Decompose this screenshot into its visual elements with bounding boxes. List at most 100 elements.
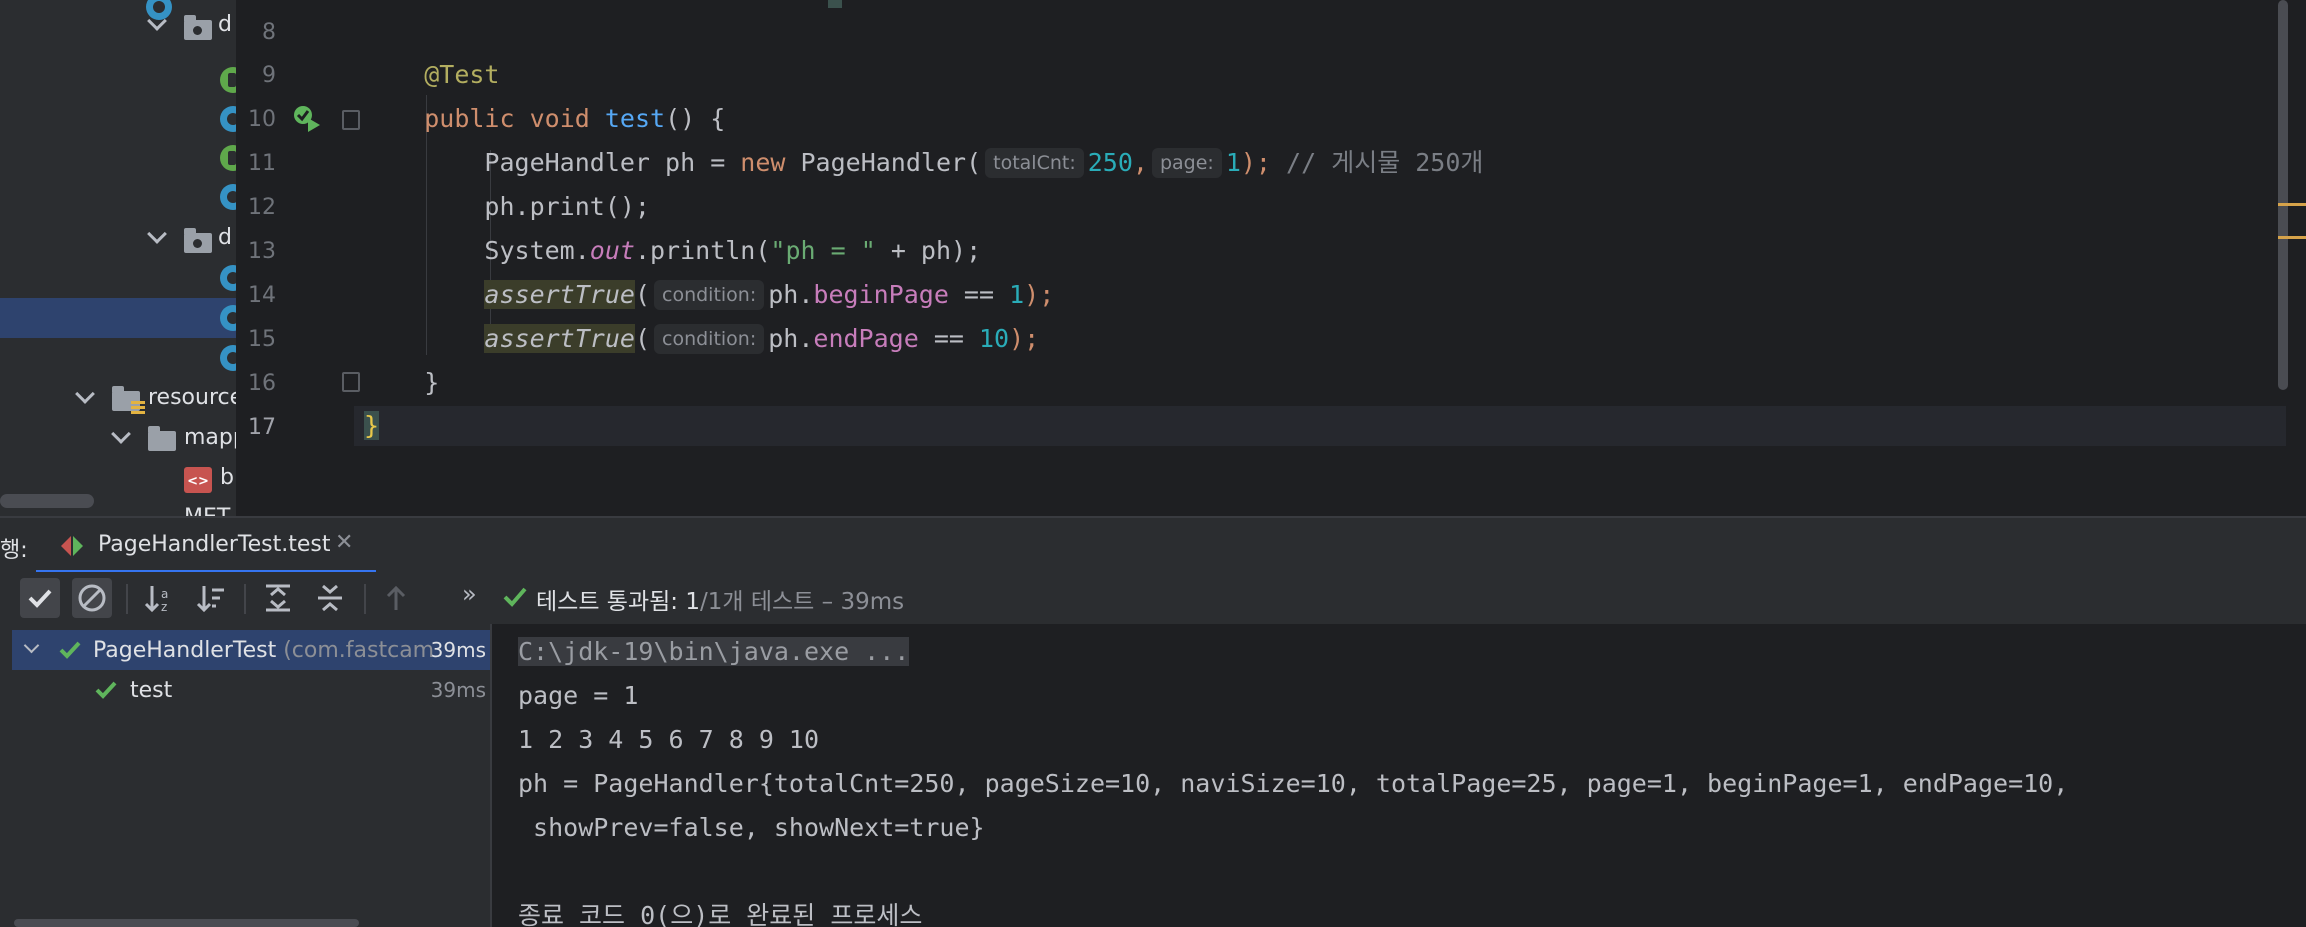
test-row-method[interactable]: test 39ms bbox=[12, 670, 490, 710]
ignored-icon bbox=[78, 584, 106, 612]
tree-item-class[interactable] bbox=[0, 138, 236, 178]
code-editor[interactable]: 8 9 10 11 12 13 14 15 16 17 @Test public… bbox=[236, 0, 2306, 516]
fold-marker-icon[interactable] bbox=[342, 110, 360, 130]
tree-item-folder[interactable]: mapp bbox=[0, 419, 236, 459]
code-text: PageHandler ph = bbox=[484, 148, 741, 177]
console-command-line[interactable]: C:\jdk-19\bin\java.exe ... bbox=[518, 637, 910, 666]
tree-item-folder[interactable]: d bbox=[0, 6, 236, 46]
sort-alphabetically-button[interactable]: az bbox=[140, 578, 180, 618]
tree-item-class[interactable] bbox=[0, 177, 236, 217]
matched-brace: } bbox=[364, 411, 380, 440]
collapse-all-icon bbox=[318, 584, 342, 612]
line-number: 12 bbox=[248, 195, 276, 220]
parameter-hint: page: bbox=[1151, 148, 1222, 178]
chevron-down-icon[interactable] bbox=[23, 637, 40, 654]
tree-item-class[interactable] bbox=[0, 258, 236, 298]
console-line: showPrev=false, showNext=true} bbox=[518, 813, 985, 842]
console-line: 종료 코드 0(으)로 완료된 프로세스 bbox=[518, 901, 923, 927]
editor-vertical-scrollbar[interactable] bbox=[2278, 0, 2288, 390]
code-text: ( bbox=[634, 280, 650, 309]
test-status-summary: 테스트 통과됨: 1/1개 테스트 – 39ms bbox=[536, 582, 904, 616]
collapse-all-button[interactable] bbox=[310, 578, 350, 618]
test-duration: 39ms bbox=[430, 678, 486, 702]
tab-title: PageHandlerTest.test bbox=[98, 532, 331, 557]
project-horizontal-scrollbar[interactable] bbox=[0, 494, 236, 512]
test-name: test bbox=[130, 678, 173, 703]
code-text: ); bbox=[1240, 148, 1271, 177]
arrow-up-icon bbox=[386, 585, 406, 610]
tree-item-xml[interactable]: <> b bbox=[0, 459, 236, 499]
chevron-down-icon[interactable] bbox=[147, 11, 167, 31]
tree-item-class[interactable] bbox=[0, 338, 236, 378]
tree-item-label: d bbox=[218, 12, 232, 37]
tree-item-resources[interactable]: resource bbox=[0, 379, 236, 419]
warning-stripe[interactable] bbox=[2278, 236, 2306, 239]
code-text: PageHandler( bbox=[785, 148, 982, 177]
tree-item-label: d bbox=[218, 225, 232, 250]
more-actions-icon[interactable]: » bbox=[462, 580, 477, 608]
number-literal: 1 bbox=[1225, 148, 1241, 177]
toolbar-separator bbox=[364, 584, 366, 614]
line-number: 8 bbox=[262, 20, 276, 45]
chevron-down-icon[interactable] bbox=[147, 224, 167, 244]
test-duration: 39ms bbox=[430, 638, 486, 662]
check-icon bbox=[28, 589, 52, 608]
code-text: ph. bbox=[768, 324, 814, 353]
sort-duration-icon bbox=[196, 586, 224, 613]
code-text: () { bbox=[665, 104, 726, 133]
number-literal: 1 bbox=[1009, 280, 1025, 309]
show-ignored-button[interactable] bbox=[72, 578, 112, 618]
line-number-gutter[interactable]: 8 9 10 11 12 13 14 15 16 17 bbox=[236, 0, 360, 516]
console-line: 1 2 3 4 5 6 7 8 9 10 bbox=[518, 725, 820, 754]
warning-stripe[interactable] bbox=[2278, 203, 2306, 206]
sort-by-duration-button[interactable] bbox=[192, 578, 232, 618]
chevron-down-icon[interactable] bbox=[75, 384, 95, 404]
test-tree-scrollbar[interactable] bbox=[14, 919, 359, 927]
code-text: ph. bbox=[768, 280, 814, 309]
svg-text:z: z bbox=[161, 600, 167, 614]
static-method-call: assertTrue bbox=[484, 324, 635, 353]
tree-item-class[interactable] bbox=[0, 99, 236, 139]
expand-all-button[interactable] bbox=[258, 578, 298, 618]
class-icon bbox=[220, 106, 236, 132]
show-passed-button[interactable] bbox=[20, 578, 60, 618]
line-number: 9 bbox=[262, 63, 276, 88]
number-literal: 10 bbox=[978, 324, 1010, 353]
console-output[interactable]: C:\jdk-19\bin\java.exe ... page = 1 1 2 … bbox=[492, 624, 2306, 927]
sort-alpha-icon: az bbox=[144, 586, 168, 614]
passed-check-icon bbox=[95, 681, 117, 699]
tab-run-configuration[interactable]: PageHandlerTest.test ✕ bbox=[36, 518, 376, 574]
run-test-icon[interactable] bbox=[292, 104, 322, 134]
parameter-hint: condition: bbox=[654, 324, 765, 354]
code-text: ); bbox=[1009, 324, 1040, 353]
tree-item-label: resource bbox=[148, 385, 236, 410]
test-class-icon bbox=[220, 145, 236, 171]
line-number-current: 17 bbox=[248, 415, 276, 440]
close-icon[interactable]: ✕ bbox=[335, 530, 353, 555]
scrollbar-thumb[interactable] bbox=[0, 494, 94, 508]
tree-item-class[interactable] bbox=[0, 60, 236, 100]
code-text: ( bbox=[634, 324, 650, 353]
code-text: .println( bbox=[634, 236, 771, 265]
line-number: 15 bbox=[248, 327, 276, 352]
test-run-icon bbox=[61, 536, 83, 556]
svg-text:a: a bbox=[161, 587, 168, 601]
current-line-highlight bbox=[236, 406, 2286, 446]
tree-item-class-selected[interactable] bbox=[0, 298, 236, 338]
class-icon bbox=[220, 184, 236, 210]
package-folder-icon bbox=[184, 15, 212, 40]
field-name: beginPage bbox=[813, 280, 949, 309]
chevron-down-icon[interactable] bbox=[111, 424, 131, 444]
fold-marker-icon[interactable] bbox=[342, 372, 360, 392]
previous-failed-button[interactable] bbox=[376, 578, 416, 618]
run-panel-label: 행: bbox=[0, 538, 28, 563]
test-row-class[interactable]: PageHandlerTest (com.fastcamp 39ms bbox=[12, 630, 490, 670]
string-literal: "ph = " bbox=[770, 236, 876, 265]
tree-item-folder[interactable]: d bbox=[0, 219, 236, 259]
passed-check-icon bbox=[59, 641, 81, 659]
code-text: + ph); bbox=[875, 236, 982, 265]
toolbar-separator bbox=[126, 584, 128, 614]
line-number: 10 bbox=[248, 107, 276, 132]
code-text: == bbox=[918, 324, 979, 353]
comment: // 게시물 250개 bbox=[1270, 148, 1484, 177]
